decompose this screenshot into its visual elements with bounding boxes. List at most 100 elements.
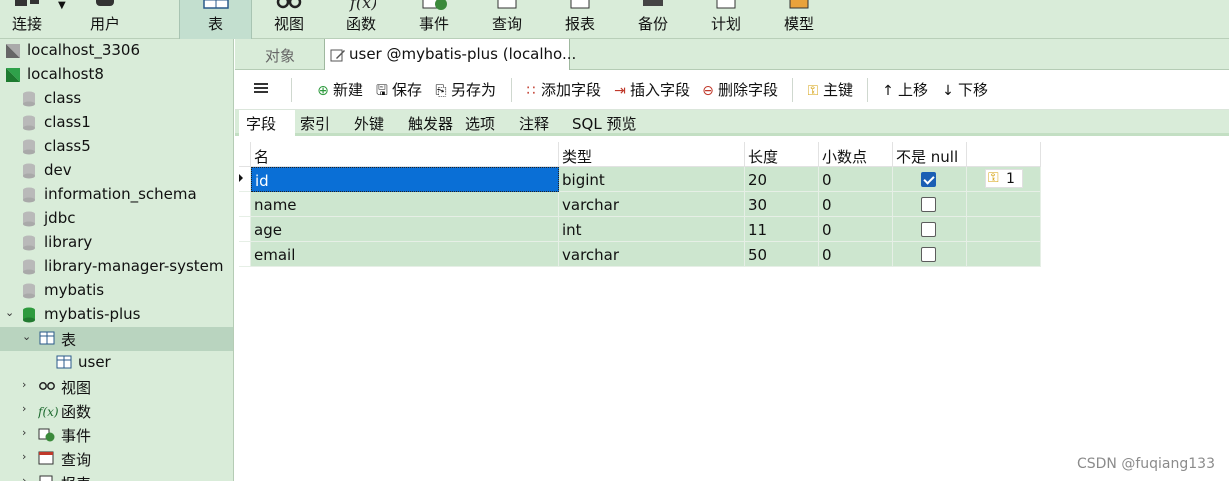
toolbar-event-button[interactable]: 事件 <box>406 0 462 39</box>
move-down-button[interactable]: ↓ 下移 <box>940 79 988 101</box>
chevron-right-icon[interactable]: › <box>22 402 26 415</box>
tab-objects[interactable]: 对象 <box>235 39 324 70</box>
subtab-fields[interactable]: 字段 <box>239 110 295 136</box>
not-null-checkbox[interactable] <box>921 247 936 262</box>
field-name-cell[interactable]: email <box>251 242 559 267</box>
database-icon <box>23 283 35 299</box>
tree-item-information-schema[interactable]: information_schema <box>0 183 233 207</box>
not-null-checkbox[interactable] <box>921 222 936 237</box>
menu-button[interactable] <box>253 78 269 100</box>
move-up-button[interactable]: ↑ 上移 <box>880 79 928 101</box>
field-length-cell[interactable]: 11 <box>745 217 819 242</box>
chevron-right-icon[interactable]: › <box>22 450 26 463</box>
save-button[interactable]: 🖫 保存 <box>374 79 422 101</box>
field-name-cell[interactable]: age <box>251 217 559 242</box>
save-as-button[interactable]: ⎘ 另存为 <box>433 79 496 101</box>
tab-user-design[interactable]: user @mybatis-plus (localho... <box>324 39 576 70</box>
field-decimals-cell[interactable]: 0 <box>819 217 893 242</box>
report-icon <box>570 0 590 9</box>
tree-item-jdbc[interactable]: jdbc <box>0 207 233 231</box>
table-row[interactable]: name varchar 30 0 <box>239 192 1041 217</box>
database-icon <box>23 259 35 275</box>
insert-field-button[interactable]: ⇥ 插入字段 <box>612 79 690 101</box>
table-row[interactable]: email varchar 50 0 <box>239 242 1041 267</box>
toolbar-table-button[interactable]: 表 <box>179 0 252 39</box>
field-decimals-cell[interactable]: 0 <box>819 167 893 192</box>
column-header-length[interactable]: 长度 <box>745 142 819 167</box>
tree-item-localhost8[interactable]: localhost8 <box>0 63 233 87</box>
toolbar-query-button[interactable]: 查询 <box>479 0 535 39</box>
tree-item-user-table[interactable]: user <box>0 351 233 375</box>
query-icon <box>38 451 54 465</box>
design-pencil-icon <box>330 49 345 62</box>
field-key-cell[interactable] <box>967 242 1041 267</box>
subtab-comments[interactable]: 注释 <box>515 110 567 136</box>
field-type-cell[interactable]: varchar <box>559 192 745 217</box>
subtab-indexes[interactable]: 索引 <box>295 110 349 136</box>
tree-item-mybatis-plus[interactable]: ⌄ mybatis-plus <box>0 303 233 327</box>
field-type-cell[interactable]: int <box>559 217 745 242</box>
tree-item-mybatis[interactable]: mybatis <box>0 279 233 303</box>
column-header-not-null[interactable]: 不是 null <box>893 142 967 167</box>
toolbar-function-button[interactable]: f(x) 函数 <box>333 0 389 39</box>
tree-item-functions[interactable]: › f(x) 函数 <box>0 399 233 423</box>
tree-item-reports[interactable]: › 报表 <box>0 471 233 481</box>
field-type-cell[interactable]: varchar <box>559 242 745 267</box>
tree-item-class1[interactable]: class1 <box>0 111 233 135</box>
chevron-right-icon[interactable]: › <box>22 378 26 391</box>
tree-item-events[interactable]: › 事件 <box>0 423 233 447</box>
function-icon: f(x) <box>38 405 58 419</box>
field-type-cell[interactable]: bigint <box>559 167 745 192</box>
add-field-button[interactable]: ∷ 添加字段 <box>523 79 601 101</box>
tree-item-class[interactable]: class <box>0 87 233 111</box>
tree-item-tables[interactable]: ⌄ 表 <box>0 327 233 351</box>
toolbar-user-button[interactable]: 用户 <box>78 0 132 39</box>
field-name-cell[interactable]: id <box>251 167 559 192</box>
tree-item-library-manager-system[interactable]: library-manager-system <box>0 255 233 279</box>
toolbar-backup-button[interactable]: 备份 <box>625 0 681 39</box>
tree-item-views[interactable]: › 视图 <box>0 375 233 399</box>
table-row[interactable]: id bigint 20 0 ⚿ 1 <box>239 167 1041 192</box>
subtab-sql-preview[interactable]: SQL 预览 <box>567 110 647 136</box>
tree-item-dev[interactable]: dev <box>0 159 233 183</box>
toolbar-connect-button[interactable]: 连接 <box>0 0 54 39</box>
toolbar-dropdown-arrow[interactable]: ▼ <box>58 0 66 11</box>
field-not-null-cell <box>893 167 967 192</box>
clock-icon <box>422 0 447 10</box>
field-length-cell[interactable]: 30 <box>745 192 819 217</box>
column-header-key[interactable] <box>967 142 1041 167</box>
field-length-cell[interactable]: 20 <box>745 167 819 192</box>
chevron-right-icon[interactable]: › <box>22 474 26 481</box>
chevron-down-icon[interactable]: ⌄ <box>5 306 14 319</box>
subtab-triggers[interactable]: 触发器 <box>403 110 461 136</box>
primary-key-button[interactable]: ⚿ 主键 <box>805 79 853 101</box>
new-button[interactable]: ⊕ 新建 <box>315 79 363 101</box>
field-key-cell[interactable] <box>967 217 1041 242</box>
field-decimals-cell[interactable]: 0 <box>819 242 893 267</box>
column-header-decimals[interactable]: 小数点 <box>819 142 893 167</box>
not-null-checkbox[interactable] <box>921 172 936 187</box>
field-key-cell[interactable]: ⚿ 1 <box>967 167 1041 192</box>
subtab-foreign-keys[interactable]: 外键 <box>349 110 403 136</box>
toolbar-schedule-button[interactable]: 计划 <box>698 0 754 39</box>
toolbar-report-button[interactable]: 报表 <box>552 0 608 39</box>
field-decimals-cell[interactable]: 0 <box>819 192 893 217</box>
field-length-cell[interactable]: 50 <box>745 242 819 267</box>
chevron-down-icon[interactable]: ⌄ <box>22 330 31 343</box>
table-row[interactable]: age int 11 0 <box>239 217 1041 242</box>
tree-item-class5[interactable]: class5 <box>0 135 233 159</box>
not-null-checkbox[interactable] <box>921 197 936 212</box>
delete-field-button[interactable]: ⊖ 删除字段 <box>700 79 778 101</box>
column-header-name[interactable]: 名 <box>251 142 559 167</box>
field-name-cell[interactable]: name <box>251 192 559 217</box>
toolbar-model-button[interactable]: 模型 <box>771 0 827 39</box>
tree-item-queries[interactable]: › 查询 <box>0 447 233 471</box>
field-key-cell[interactable] <box>967 192 1041 217</box>
chevron-right-icon[interactable]: › <box>22 426 26 439</box>
subtab-options[interactable]: 选项 <box>461 110 515 136</box>
tree-item-localhost-3306[interactable]: localhost_3306 <box>0 39 233 63</box>
glasses-icon <box>276 0 302 9</box>
toolbar-view-button[interactable]: 视图 <box>261 0 317 39</box>
column-header-type[interactable]: 类型 <box>559 142 745 167</box>
tree-item-library[interactable]: library <box>0 231 233 255</box>
